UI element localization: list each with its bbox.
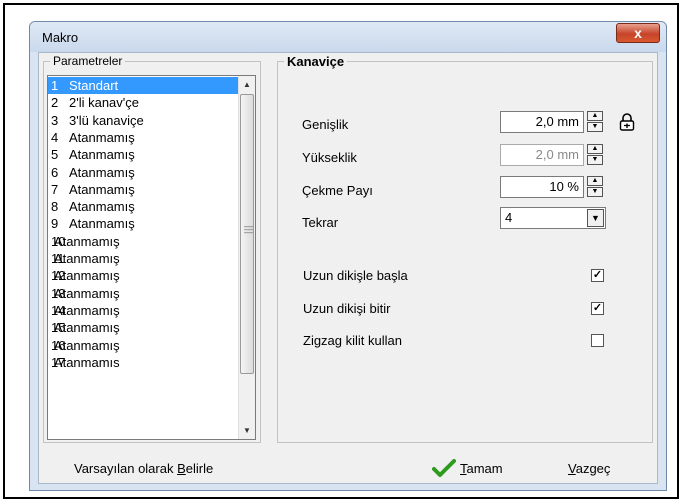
list-item[interactable]: 2 2'li kanav'çe [48,94,238,111]
repeat-label: Tekrar [302,215,339,230]
list-item-number: 9 [51,216,59,232]
long-end-label: Uzun dikişi bitir [303,301,391,316]
list-scrollbar[interactable]: ▲ — — — ▼ [238,76,255,439]
repeat-value: 4 [505,210,513,225]
list-item[interactable]: 16 Atanmamış [48,337,238,354]
list-item[interactable]: 14 Atanmamış [48,302,238,319]
list-item-label: Atanmamış [53,268,120,284]
cancel-accesskey: V [568,461,576,476]
list-item-label: Standart [69,78,119,93]
set-default-accesskey: B [177,461,186,476]
list-item-label: Atanmamış [53,320,120,336]
zigzag-checkbox[interactable] [591,334,604,347]
list-item[interactable]: 12 Atanmamış [48,267,238,284]
long-end-checkbox[interactable]: ✓ [591,302,604,315]
list-item-label: Atanmamış [69,147,135,163]
list-item-number: 6 [51,164,59,180]
spin-down-icon[interactable]: ▼ [587,122,603,132]
scroll-up-icon[interactable]: ▲ [239,76,255,93]
list-item-label: Atanmamış [53,251,120,266]
grip-icon: — — — [244,221,253,237]
close-icon: x [634,25,642,41]
ok-button[interactable]: Tamam [432,459,503,477]
list-item[interactable]: 5 Atanmamış [48,146,238,163]
pull-stepper[interactable]: ▲ ▼ [587,176,603,198]
list-item-label: Atanmamış [53,302,120,318]
list-item[interactable]: 11 Atanmamış [48,250,238,267]
list-item-label: Atanmamış [69,164,135,180]
list-item[interactable]: 15 Atanmamış [48,319,238,336]
scroll-down-icon[interactable]: ▼ [239,422,255,439]
spin-down-icon[interactable]: ▼ [587,187,603,197]
list-item-label: Atanmamış [69,129,135,145]
list-item-number: 1 [51,78,59,93]
chevron-down-icon[interactable]: ▼ [587,209,604,227]
height-label: Yükseklik [302,150,357,165]
parameters-list[interactable]: ▲ — — — ▼ 1 Standart 2 2'li kanav'çe 3 3'lü kan… [47,75,256,440]
list-item[interactable]: 17 Atanmamıs [48,354,238,371]
title-bar: Makro x [30,22,666,52]
ok-text: amam [466,461,503,476]
width-stepper[interactable]: ▲ ▼ [587,111,603,133]
list-item[interactable]: 3 3'lü kanaviçe [48,112,238,129]
list-item[interactable]: 8 Atanmamış [48,198,238,215]
list-item-label: Atanmamış [53,285,120,301]
height-stepper[interactable]: ▲ ▼ [587,144,603,166]
long-start-label: Uzun dikişle başla [303,268,408,283]
close-button[interactable]: x [616,23,660,43]
long-start-checkbox[interactable]: ✓ [591,269,604,282]
pull-label: Çekme Payı [302,183,373,198]
list-item-label: Atanmamış [69,216,135,232]
list-item-label: Atanmamış [69,199,135,215]
spin-down-icon[interactable]: ▼ [587,155,603,165]
list-item[interactable]: 1 Standart [48,77,238,94]
set-default-text-end: elirle [185,461,214,476]
list-item-number: 7 [51,181,59,197]
list-item[interactable]: 9 Atanmamış [48,215,238,232]
list-item-number: 2 [51,95,59,111]
screenshot-frame: Makro x Parametreler ▲ — — — ▼ 1 Standart 2 2… [3,3,679,499]
list-item[interactable]: 10 Atanmamış [48,233,238,250]
height-input[interactable]: 2,0 mm [500,144,584,166]
spin-up-icon[interactable]: ▲ [587,176,603,186]
list-item[interactable]: 6 Atanmamış [48,164,238,181]
list-item-label: Atanmamış [53,233,120,249]
list-item[interactable]: 13 Atanmamış [48,285,238,302]
list-item-label: Atanmamış [53,337,120,353]
window-title: Makro [42,30,79,45]
set-default-button[interactable]: Varsayılan olarak Belirle [74,461,213,476]
makro-dialog: Makro x Parametreler ▲ — — — ▼ 1 Standart 2 2… [29,21,667,491]
kanavice-legend: Kanaviçe [284,54,348,69]
checkmark-icon [432,459,456,477]
width-input[interactable]: 2,0 mm [500,111,584,133]
list-item-label: 3'lü kanaviçe [69,112,144,128]
list-item-label: Atanmamış [69,181,135,197]
list-item-label: Atanmamıs [53,354,120,370]
pull-input[interactable]: 10 % [500,176,584,198]
cancel-button[interactable]: Vazgeç [568,461,610,476]
parameters-group: Parametreler ▲ — — — ▼ 1 Standart 2 2'li kana… [43,54,261,443]
parameters-legend: Parametreler [50,54,126,68]
cancel-text: azgeç [575,461,611,476]
list-item-number: 4 [51,129,59,145]
spin-up-icon[interactable]: ▲ [587,144,603,154]
scroll-thumb[interactable]: — — — [240,94,254,374]
width-label: Genişlik [302,117,349,132]
dialog-client-area: Parametreler ▲ — — — ▼ 1 Standart 2 2'li kana… [38,52,658,484]
list-item-number: 3 [51,112,59,128]
list-item[interactable]: 4 Atanmamış [48,129,238,146]
lock-icon[interactable] [618,112,636,132]
repeat-select[interactable]: 4 ▼ [500,207,606,229]
set-default-text: Varsayılan olarak [74,461,178,476]
list-item-number: 8 [51,199,59,215]
spin-up-icon[interactable]: ▲ [587,111,603,121]
list-item-label: 2'li kanav'çe [69,95,140,111]
list-item[interactable]: 7 Atanmamış [48,181,238,198]
list-item-number: 5 [51,147,59,163]
zigzag-label: Zigzag kilit kullan [303,333,402,348]
